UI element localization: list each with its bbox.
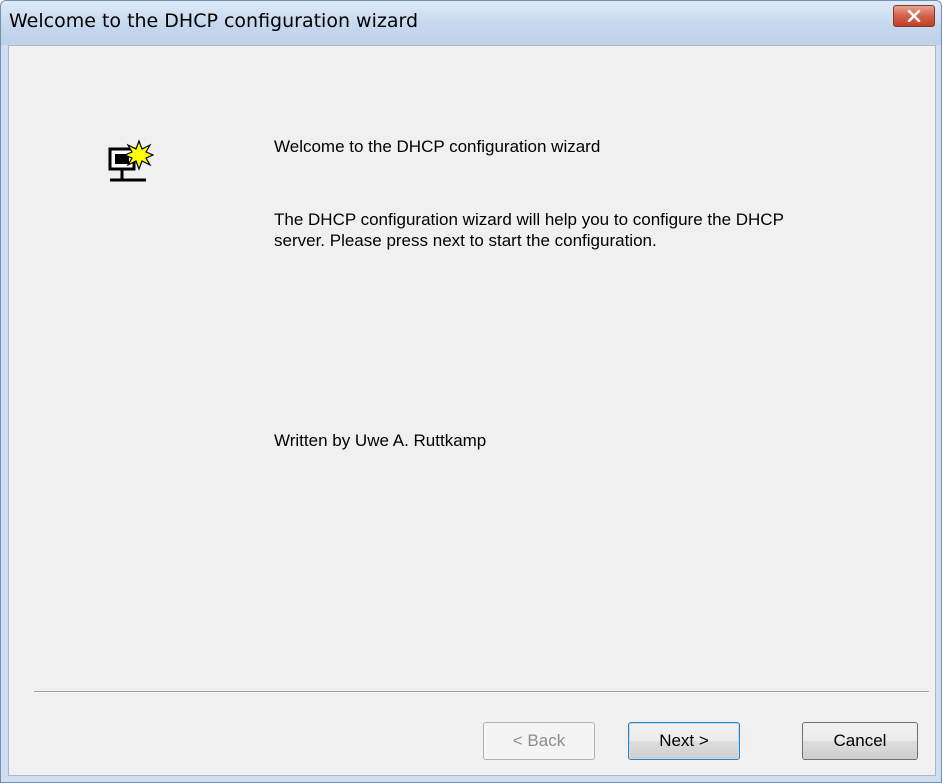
- network-computer-starburst-icon: [108, 139, 154, 182]
- wizard-description: The DHCP configuration wizard will help …: [274, 210, 784, 250]
- close-icon: [907, 10, 921, 22]
- back-button[interactable]: < Back: [483, 722, 595, 760]
- window-title: Welcome to the DHCP configuration wizard: [9, 10, 419, 32]
- welcome-heading: Welcome to the DHCP configuration wizard: [274, 137, 601, 156]
- cancel-button[interactable]: Cancel: [802, 722, 918, 760]
- close-button[interactable]: [893, 5, 935, 27]
- wizard-window: Welcome to the DHCP configuration wizard…: [0, 0, 942, 783]
- author-credit: Written by Uwe A. Ruttkamp: [274, 431, 487, 450]
- separator-line: [34, 691, 929, 693]
- next-button[interactable]: Next >: [628, 722, 740, 760]
- title-bar[interactable]: Welcome to the DHCP configuration wizard: [1, 1, 941, 45]
- wizard-page: Welcome to the DHCP configuration wizard…: [8, 45, 936, 776]
